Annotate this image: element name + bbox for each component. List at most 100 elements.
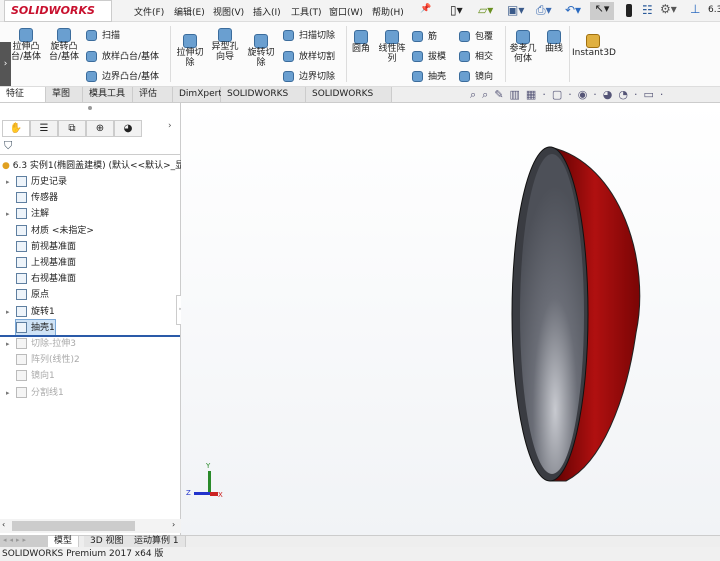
label: Instant3D	[572, 48, 616, 58]
curves-button[interactable]: 曲线	[542, 30, 566, 54]
undo-icon[interactable]: ↶▾	[565, 3, 581, 17]
menu-view[interactable]: 视图(V)	[213, 5, 244, 18]
tab-3d-views[interactable]: 3D 视图	[84, 536, 131, 547]
expand-arrow-icon[interactable]: ▸	[6, 385, 16, 401]
label: 镜向	[475, 72, 494, 82]
menu-insert[interactable]: 插入(I)	[253, 5, 281, 18]
open-icon[interactable]: ▱▾	[478, 3, 493, 17]
boundary-cut-button[interactable]: 边界切除	[283, 69, 335, 82]
loft-button[interactable]: 放样凸台/基体	[86, 49, 159, 62]
tree-item-label: 抽壳1	[31, 322, 55, 333]
revolve-cut-button[interactable]: 旋转切除	[244, 34, 278, 68]
file-properties-icon[interactable]: ☷	[642, 3, 653, 17]
mirror-button[interactable]: 镜向	[459, 69, 493, 82]
menu-tools[interactable]: 工具(T)	[291, 5, 322, 18]
configurationmanager-tab-icon[interactable]: ⧉	[58, 120, 86, 137]
heads-up-view-toolbar[interactable]: ⌕⌕✎▥▦·▢·◉·◕◔·▭·	[470, 88, 669, 102]
lofted-cut-button[interactable]: 放样切割	[283, 49, 335, 62]
tab-motion-study[interactable]: 运动算例 1	[128, 536, 186, 547]
tree-item[interactable]: 上视基准面	[6, 255, 76, 271]
graphics-area[interactable]: Y Z X	[181, 103, 720, 535]
extrude-cut-button[interactable]: 拉伸切除	[174, 34, 206, 68]
shell-icon	[412, 71, 423, 82]
swept-cut-button[interactable]: 扫描切除	[283, 28, 335, 41]
tab-mold-tools[interactable]: 模具工具	[83, 87, 133, 102]
feature-icon	[16, 386, 27, 398]
menu-file[interactable]: 文件(F)	[134, 5, 164, 18]
hole-wizard-button[interactable]: 异型孔向导	[208, 28, 242, 62]
help-pin-icon[interactable]: ⊥	[690, 2, 700, 16]
shell-button[interactable]: 抽壳	[412, 69, 446, 82]
reference-geometry-button[interactable]: 参考几何体	[508, 30, 538, 64]
scroll-thumb[interactable]	[12, 521, 135, 531]
boundary-boss-button[interactable]: 边界凸台/基体	[86, 69, 159, 82]
chevron-right-icon[interactable]: ›	[168, 121, 172, 131]
wrap-button[interactable]: 包覆	[459, 29, 493, 42]
tab-addins[interactable]: SOLIDWORKS 插件	[221, 87, 306, 114]
linear-pattern-button[interactable]: 线性阵列	[376, 30, 408, 64]
fillet-button[interactable]: 圆角	[350, 30, 372, 54]
tree-item[interactable]: 右视基准面	[6, 271, 76, 287]
rib-button[interactable]: 筋	[412, 29, 437, 42]
tree-item[interactable]: 镜向1	[6, 368, 55, 384]
tab-mbd[interactable]: SOLIDWORKS MBD	[306, 87, 392, 114]
tree-item[interactable]: 阵列(线性)2	[6, 352, 80, 368]
tree-item[interactable]: ▸ 旋转1	[6, 304, 55, 320]
horizontal-scrollbar[interactable]: ‹ ›	[0, 519, 181, 533]
propertymanager-tab-icon[interactable]: ☰	[30, 120, 58, 137]
tab-features[interactable]: 特征	[0, 87, 46, 102]
featuremanager-tab-icon[interactable]: ✋	[2, 120, 30, 137]
extrude-boss-button[interactable]: 拉伸凸台/基体	[8, 28, 44, 62]
draft-button[interactable]: 拔模	[412, 49, 446, 62]
menu-edit[interactable]: 编辑(E)	[174, 5, 205, 18]
tab-dimxpert[interactable]: DimXpert	[173, 87, 222, 102]
options-gear-icon[interactable]: ⚙▾	[660, 2, 677, 16]
instant3d-button[interactable]: Instant3D	[572, 34, 616, 58]
tab-evaluate[interactable]: 评估	[133, 87, 173, 102]
rollback-bar[interactable]	[0, 335, 180, 337]
tree-item[interactable]: 原点	[6, 287, 49, 303]
label: 异型孔向导	[211, 42, 239, 62]
tree-item[interactable]: ▸ 注解	[6, 206, 49, 222]
sweep-icon	[86, 30, 97, 41]
expand-arrow-icon[interactable]: ▸	[6, 174, 16, 190]
tree-item[interactable]: ▸ 分割线1	[6, 385, 64, 401]
tree-item[interactable]: 前视基准面	[6, 239, 76, 255]
tree-item-label: 上视基准面	[31, 258, 77, 268]
sweep-button[interactable]: 扫描	[86, 28, 120, 41]
tree-item[interactable]: ▸ 历史记录	[6, 174, 67, 190]
scroll-right-icon[interactable]: ›	[172, 520, 175, 529]
tree-item[interactable]: ▸ 切除-拉伸3	[6, 336, 76, 352]
rebuild-icon[interactable]	[626, 4, 632, 17]
print-icon[interactable]: ⎙▾	[536, 3, 552, 18]
label: 旋转凸台/基体	[48, 42, 80, 62]
expand-arrow-icon[interactable]: ▸	[6, 206, 16, 222]
tab-scroll-buttons[interactable]: ◂◂▸▸	[0, 536, 48, 547]
expand-arrow-icon[interactable]: ▸	[6, 336, 16, 352]
tree-item-label: 右视基准面	[31, 274, 77, 285]
expand-arrow-icon[interactable]: ▸	[6, 304, 16, 320]
filter-icon[interactable]: ⛉	[4, 139, 12, 153]
panel-grip[interactable]	[88, 106, 92, 110]
revolve-boss-button[interactable]: 旋转凸台/基体	[46, 28, 82, 62]
scroll-left-icon[interactable]: ‹	[2, 520, 5, 529]
tree-item[interactable]: 抽壳1	[15, 318, 56, 337]
tab-model[interactable]: 模型	[48, 536, 80, 547]
dimxpert-tab-icon[interactable]: ⊕	[86, 120, 114, 137]
select-icon[interactable]: ↖▾	[590, 2, 614, 20]
menu-window[interactable]: 窗口(W)	[329, 5, 363, 18]
solidworks-logo[interactable]: SOLIDWORKS	[4, 0, 112, 22]
save-icon[interactable]: ▣▾	[507, 3, 524, 17]
pin-icon[interactable]: 📌	[420, 4, 431, 14]
tree-item[interactable]: 材质 <未指定>	[6, 223, 94, 239]
part-root[interactable]: ● 6.3 实例1(椭圆盖建模) (默认<<默认>_显	[2, 158, 184, 171]
new-icon[interactable]: ▯▾	[450, 3, 463, 17]
intersect-button[interactable]: 相交	[459, 49, 493, 62]
tree-item-label: 传感器	[31, 193, 59, 204]
tab-sketch[interactable]: 草图	[46, 87, 83, 102]
tree-item-label: 历史记录	[31, 177, 68, 187]
display-manager-tab-icon[interactable]: ◕	[114, 120, 142, 137]
menu-help[interactable]: 帮助(H)	[372, 5, 404, 18]
tree-item[interactable]: 传感器	[6, 190, 58, 206]
part-model[interactable]	[181, 103, 720, 535]
